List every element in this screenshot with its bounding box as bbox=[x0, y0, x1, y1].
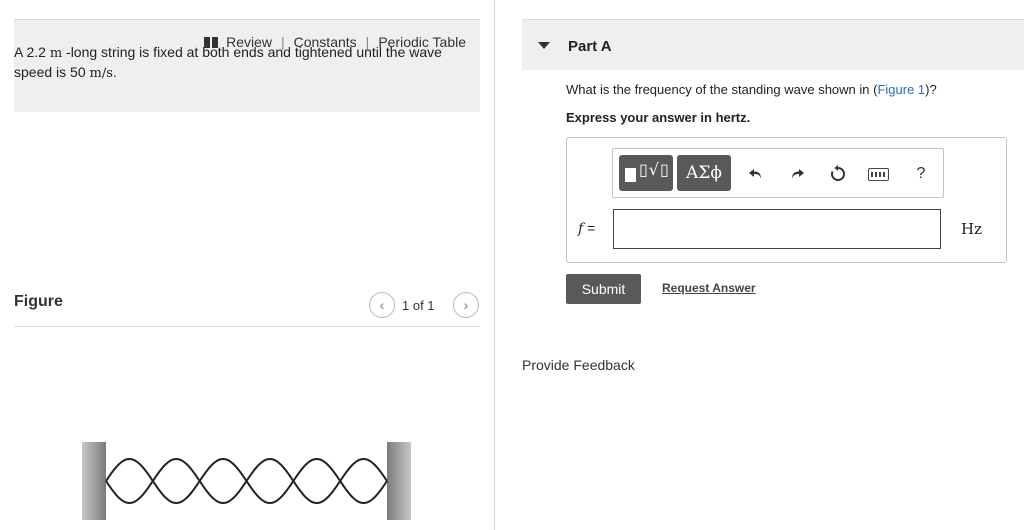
wave-curve-lower bbox=[105, 457, 388, 505]
problem-text-part: -long string is fixed at both ends and t… bbox=[14, 44, 442, 80]
templates-button[interactable]: ▯√▯ bbox=[619, 155, 673, 191]
help-icon[interactable]: ? bbox=[910, 163, 932, 185]
next-figure-button[interactable]: › bbox=[453, 292, 479, 318]
problem-unit-speed: m/s bbox=[89, 66, 113, 81]
problem-text-part: A 2.2 bbox=[14, 44, 50, 60]
provide-feedback-link[interactable]: Provide Feedback bbox=[522, 357, 635, 373]
right-wall bbox=[387, 442, 411, 520]
part-title[interactable]: Part A bbox=[568, 38, 612, 55]
left-wall bbox=[82, 442, 106, 520]
problem-statement: A 2.2 m -long string is fixed at both en… bbox=[14, 43, 454, 83]
question-text-part: )? bbox=[925, 82, 937, 97]
answer-instruction: Express your answer in hertz. bbox=[566, 110, 751, 125]
chevron-left-icon: ‹ bbox=[379, 297, 385, 313]
standing-wave-figure bbox=[82, 442, 411, 520]
previous-figure-button[interactable]: ‹ bbox=[369, 292, 395, 318]
template-box-icon bbox=[625, 168, 636, 182]
redo-icon[interactable] bbox=[786, 163, 808, 185]
request-answer-link[interactable]: Request Answer bbox=[662, 281, 756, 295]
answer-equals: = bbox=[583, 220, 596, 236]
figure-count: 1 of 1 bbox=[402, 298, 435, 313]
chevron-right-icon: › bbox=[463, 297, 469, 313]
figure-link[interactable]: Figure 1 bbox=[877, 82, 925, 97]
question-text: What is the frequency of the standing wa… bbox=[566, 82, 937, 97]
reset-icon[interactable] bbox=[827, 163, 849, 185]
keyboard-icon[interactable] bbox=[867, 163, 889, 185]
submit-button[interactable]: Submit bbox=[566, 274, 641, 304]
figure-label: Figure bbox=[14, 293, 63, 310]
answer-variable-label: f = bbox=[578, 220, 595, 237]
question-text-part: What is the frequency of the standing wa… bbox=[566, 82, 878, 97]
caret-down-icon[interactable] bbox=[538, 42, 550, 49]
problem-unit-length: m bbox=[49, 46, 63, 61]
root-template-icon: ▯√▯ bbox=[639, 160, 670, 179]
undo-icon[interactable] bbox=[745, 163, 767, 185]
answer-unit: Hz bbox=[961, 220, 982, 238]
answer-input[interactable] bbox=[613, 209, 941, 249]
greek-symbols-button[interactable]: ΑΣϕ bbox=[677, 155, 731, 191]
problem-text-part: . bbox=[112, 64, 117, 80]
panel-divider bbox=[494, 0, 495, 530]
figure-divider bbox=[14, 326, 480, 327]
